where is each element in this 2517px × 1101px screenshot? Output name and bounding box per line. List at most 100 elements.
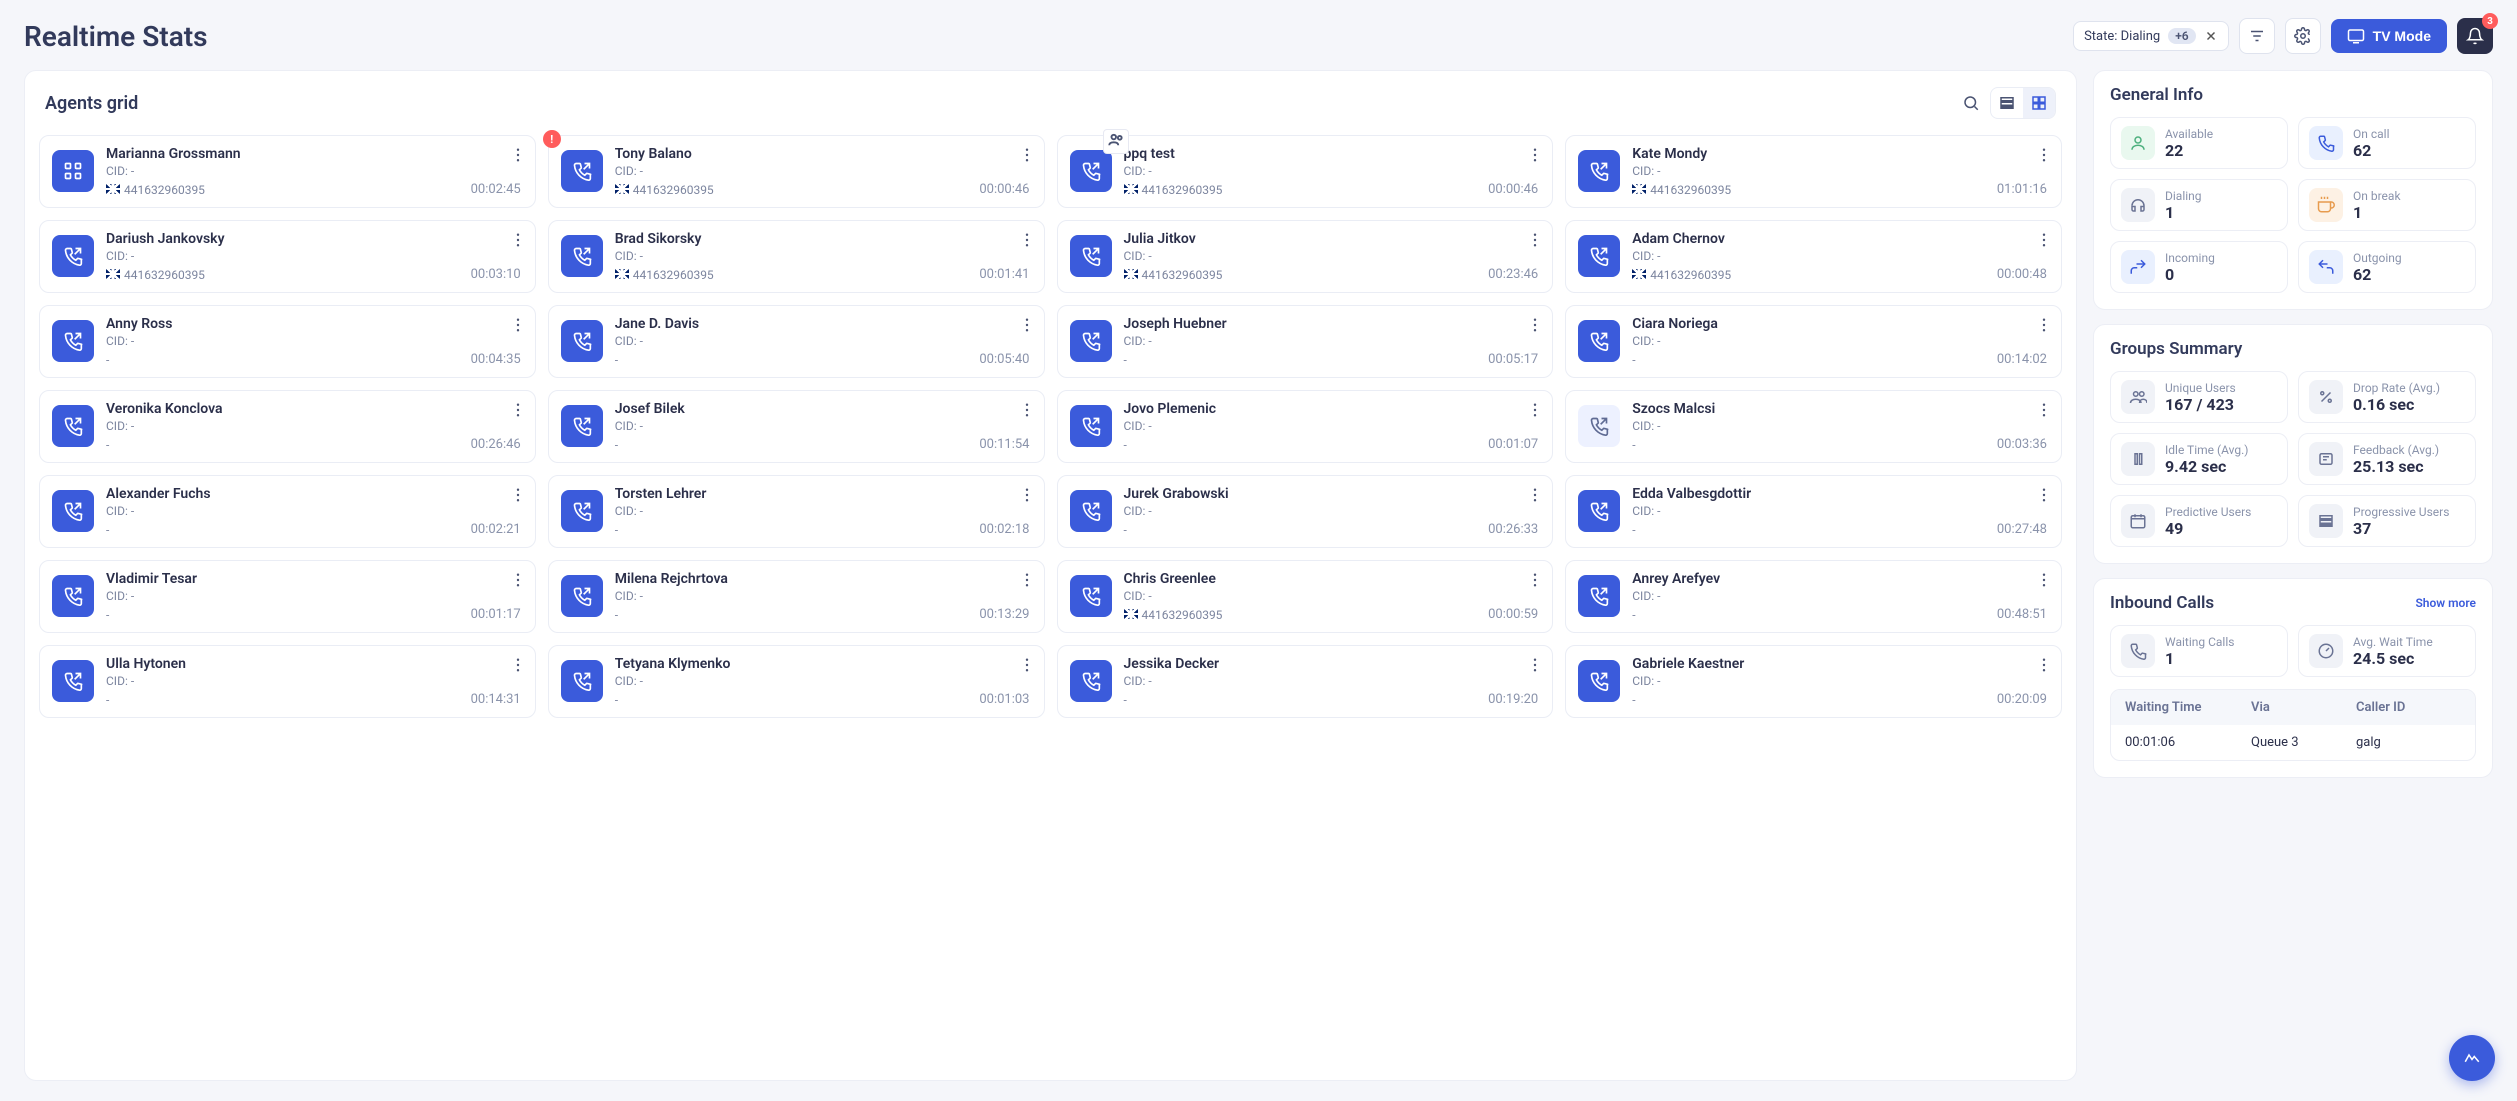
more-menu-button[interactable] bbox=[1018, 486, 1036, 508]
more-menu-button[interactable] bbox=[1018, 571, 1036, 593]
agent-card[interactable]: Joseph Huebner CID: - - 00:05:17 bbox=[1057, 305, 1554, 378]
more-menu-button[interactable] bbox=[1018, 656, 1036, 678]
more-vertical-icon bbox=[509, 146, 527, 164]
agent-card[interactable]: Anrey Arefyev CID: - - 00:48:51 bbox=[1565, 560, 2062, 633]
agent-card[interactable]: Szocs Malcsi CID: - - 00:03:36 bbox=[1565, 390, 2062, 463]
more-menu-button[interactable] bbox=[1018, 146, 1036, 168]
agent-cid: CID: - bbox=[1124, 164, 1539, 178]
agent-card[interactable]: Jovo Plemenic CID: - - 00:01:07 bbox=[1057, 390, 1554, 463]
agent-timer: 00:13:29 bbox=[979, 607, 1029, 622]
settings-button[interactable] bbox=[2285, 18, 2321, 54]
more-menu-button[interactable] bbox=[2035, 316, 2053, 338]
agent-cid: CID: - bbox=[1632, 334, 2047, 348]
state-filter-chip[interactable]: State: Dialing +6 bbox=[2073, 21, 2229, 51]
more-menu-button[interactable] bbox=[2035, 231, 2053, 253]
state-filter-label: State: Dialing bbox=[2084, 29, 2160, 44]
more-menu-button[interactable] bbox=[2035, 486, 2053, 508]
more-vertical-icon bbox=[2035, 656, 2053, 674]
agent-number: - bbox=[106, 353, 109, 367]
more-menu-button[interactable] bbox=[1526, 656, 1544, 678]
more-menu-button[interactable] bbox=[509, 401, 527, 423]
more-vertical-icon bbox=[1526, 486, 1544, 504]
agent-card[interactable]: Josef Bilek CID: - - 00:11:54 bbox=[548, 390, 1045, 463]
notifications-button[interactable]: 3 bbox=[2457, 18, 2493, 54]
agent-timer: 00:14:31 bbox=[471, 692, 521, 707]
more-menu-button[interactable] bbox=[1526, 231, 1544, 253]
agent-card[interactable]: Dariush Jankovsky CID: - 441632960395 00… bbox=[39, 220, 536, 293]
agent-number: - bbox=[1632, 693, 1635, 707]
stat-label: Feedback (Avg.) bbox=[2353, 443, 2439, 457]
more-vertical-icon bbox=[2035, 316, 2053, 334]
agent-card[interactable]: Ciara Noriega CID: - - 00:14:02 bbox=[1565, 305, 2062, 378]
more-menu-button[interactable] bbox=[509, 656, 527, 678]
agent-card[interactable]: Alexander Fuchs CID: - - 00:02:21 bbox=[39, 475, 536, 548]
more-menu-button[interactable] bbox=[1018, 231, 1036, 253]
agent-card[interactable]: Marianna Grossmann CID: - 441632960395 0… bbox=[39, 135, 536, 208]
agent-card[interactable]: Brad Sikorsky CID: - 441632960395 00:01:… bbox=[548, 220, 1045, 293]
agent-card[interactable]: ppq test CID: - 441632960395 00:00:46 bbox=[1057, 135, 1554, 208]
more-menu-button[interactable] bbox=[2035, 401, 2053, 423]
more-vertical-icon bbox=[509, 316, 527, 334]
fab-button[interactable] bbox=[2449, 1035, 2495, 1081]
feedback-icon bbox=[2309, 442, 2343, 476]
agent-status-icon bbox=[1070, 660, 1112, 702]
agent-card[interactable]: Veronika Konclova CID: - - 00:26:46 bbox=[39, 390, 536, 463]
agent-timer: 00:00:46 bbox=[1488, 182, 1538, 197]
agent-card[interactable]: Anny Ross CID: - - 00:04:35 bbox=[39, 305, 536, 378]
agent-card[interactable]: Kate Mondy CID: - 441632960395 01:01:16 bbox=[1565, 135, 2062, 208]
stat-card: On call 62 bbox=[2298, 117, 2476, 169]
agent-card[interactable]: Jurek Grabowski CID: - - 00:26:33 bbox=[1057, 475, 1554, 548]
agent-status-icon bbox=[1578, 150, 1620, 192]
agent-card[interactable]: Edda Valbesgdottir CID: - - 00:27:48 bbox=[1565, 475, 2062, 548]
more-menu-button[interactable] bbox=[1018, 316, 1036, 338]
agent-number: 441632960395 bbox=[1632, 268, 1731, 282]
more-menu-button[interactable] bbox=[1526, 486, 1544, 508]
agent-card[interactable]: Ulla Hytonen CID: - - 00:14:31 bbox=[39, 645, 536, 718]
more-menu-button[interactable] bbox=[509, 146, 527, 168]
agent-card[interactable]: Jane D. Davis CID: - - 00:05:40 bbox=[548, 305, 1045, 378]
agent-cid: CID: - bbox=[615, 334, 1030, 348]
agent-card[interactable]: Jessika Decker CID: - - 00:19:20 bbox=[1057, 645, 1554, 718]
filter-button[interactable] bbox=[2239, 18, 2275, 54]
sparkle-icon bbox=[2463, 1049, 2481, 1067]
more-menu-button[interactable] bbox=[509, 571, 527, 593]
agent-number: - bbox=[615, 608, 618, 622]
more-menu-button[interactable] bbox=[1526, 316, 1544, 338]
cell-caller-id: galg bbox=[2356, 735, 2461, 750]
stat-label: On call bbox=[2353, 127, 2390, 141]
list-view-button[interactable] bbox=[1991, 88, 2023, 118]
close-icon[interactable] bbox=[2204, 29, 2218, 43]
search-icon[interactable] bbox=[1962, 94, 1980, 112]
agent-timer: 00:05:17 bbox=[1488, 352, 1538, 367]
agent-card[interactable]: Gabriele Kaestner CID: - - 00:20:09 bbox=[1565, 645, 2062, 718]
agent-card[interactable]: Vladimir Tesar CID: - - 00:01:17 bbox=[39, 560, 536, 633]
agent-card[interactable]: Torsten Lehrer CID: - - 00:02:18 bbox=[548, 475, 1045, 548]
gear-icon bbox=[2294, 27, 2312, 45]
more-menu-button[interactable] bbox=[1526, 571, 1544, 593]
more-menu-button[interactable] bbox=[509, 231, 527, 253]
cell-waiting-time: 00:01:06 bbox=[2125, 735, 2251, 750]
more-menu-button[interactable] bbox=[2035, 656, 2053, 678]
agent-card[interactable]: Adam Chernov CID: - 441632960395 00:00:4… bbox=[1565, 220, 2062, 293]
agent-card[interactable]: Julia Jitkov CID: - 441632960395 00:23:4… bbox=[1057, 220, 1554, 293]
more-menu-button[interactable] bbox=[509, 486, 527, 508]
agent-cid: CID: - bbox=[615, 504, 1030, 518]
more-menu-button[interactable] bbox=[2035, 146, 2053, 168]
more-menu-button[interactable] bbox=[509, 316, 527, 338]
more-menu-button[interactable] bbox=[1526, 401, 1544, 423]
table-row[interactable]: 00:01:06 Queue 3 galg bbox=[2111, 725, 2475, 760]
more-menu-button[interactable] bbox=[2035, 571, 2053, 593]
agent-cid: CID: - bbox=[1632, 674, 2047, 688]
grid-view-button[interactable] bbox=[2023, 88, 2055, 118]
agent-name: Edda Valbesgdottir bbox=[1632, 486, 2047, 502]
agent-card[interactable]: Chris Greenlee CID: - 441632960395 00:00… bbox=[1057, 560, 1554, 633]
tv-mode-button[interactable]: TV Mode bbox=[2331, 19, 2447, 53]
show-more-link[interactable]: Show more bbox=[2415, 596, 2476, 610]
more-menu-button[interactable] bbox=[1018, 401, 1036, 423]
agent-name: Gabriele Kaestner bbox=[1632, 656, 2047, 672]
agent-card[interactable]: Tetyana Klymenko CID: - - 00:01:03 bbox=[548, 645, 1045, 718]
more-menu-button[interactable] bbox=[1526, 146, 1544, 168]
agent-card[interactable]: Milena Rejchrtova CID: - - 00:13:29 bbox=[548, 560, 1045, 633]
agent-card[interactable]: ! Tony Balano CID: - 441632960395 00:00:… bbox=[548, 135, 1045, 208]
stat-value: 1 bbox=[2165, 649, 2234, 668]
